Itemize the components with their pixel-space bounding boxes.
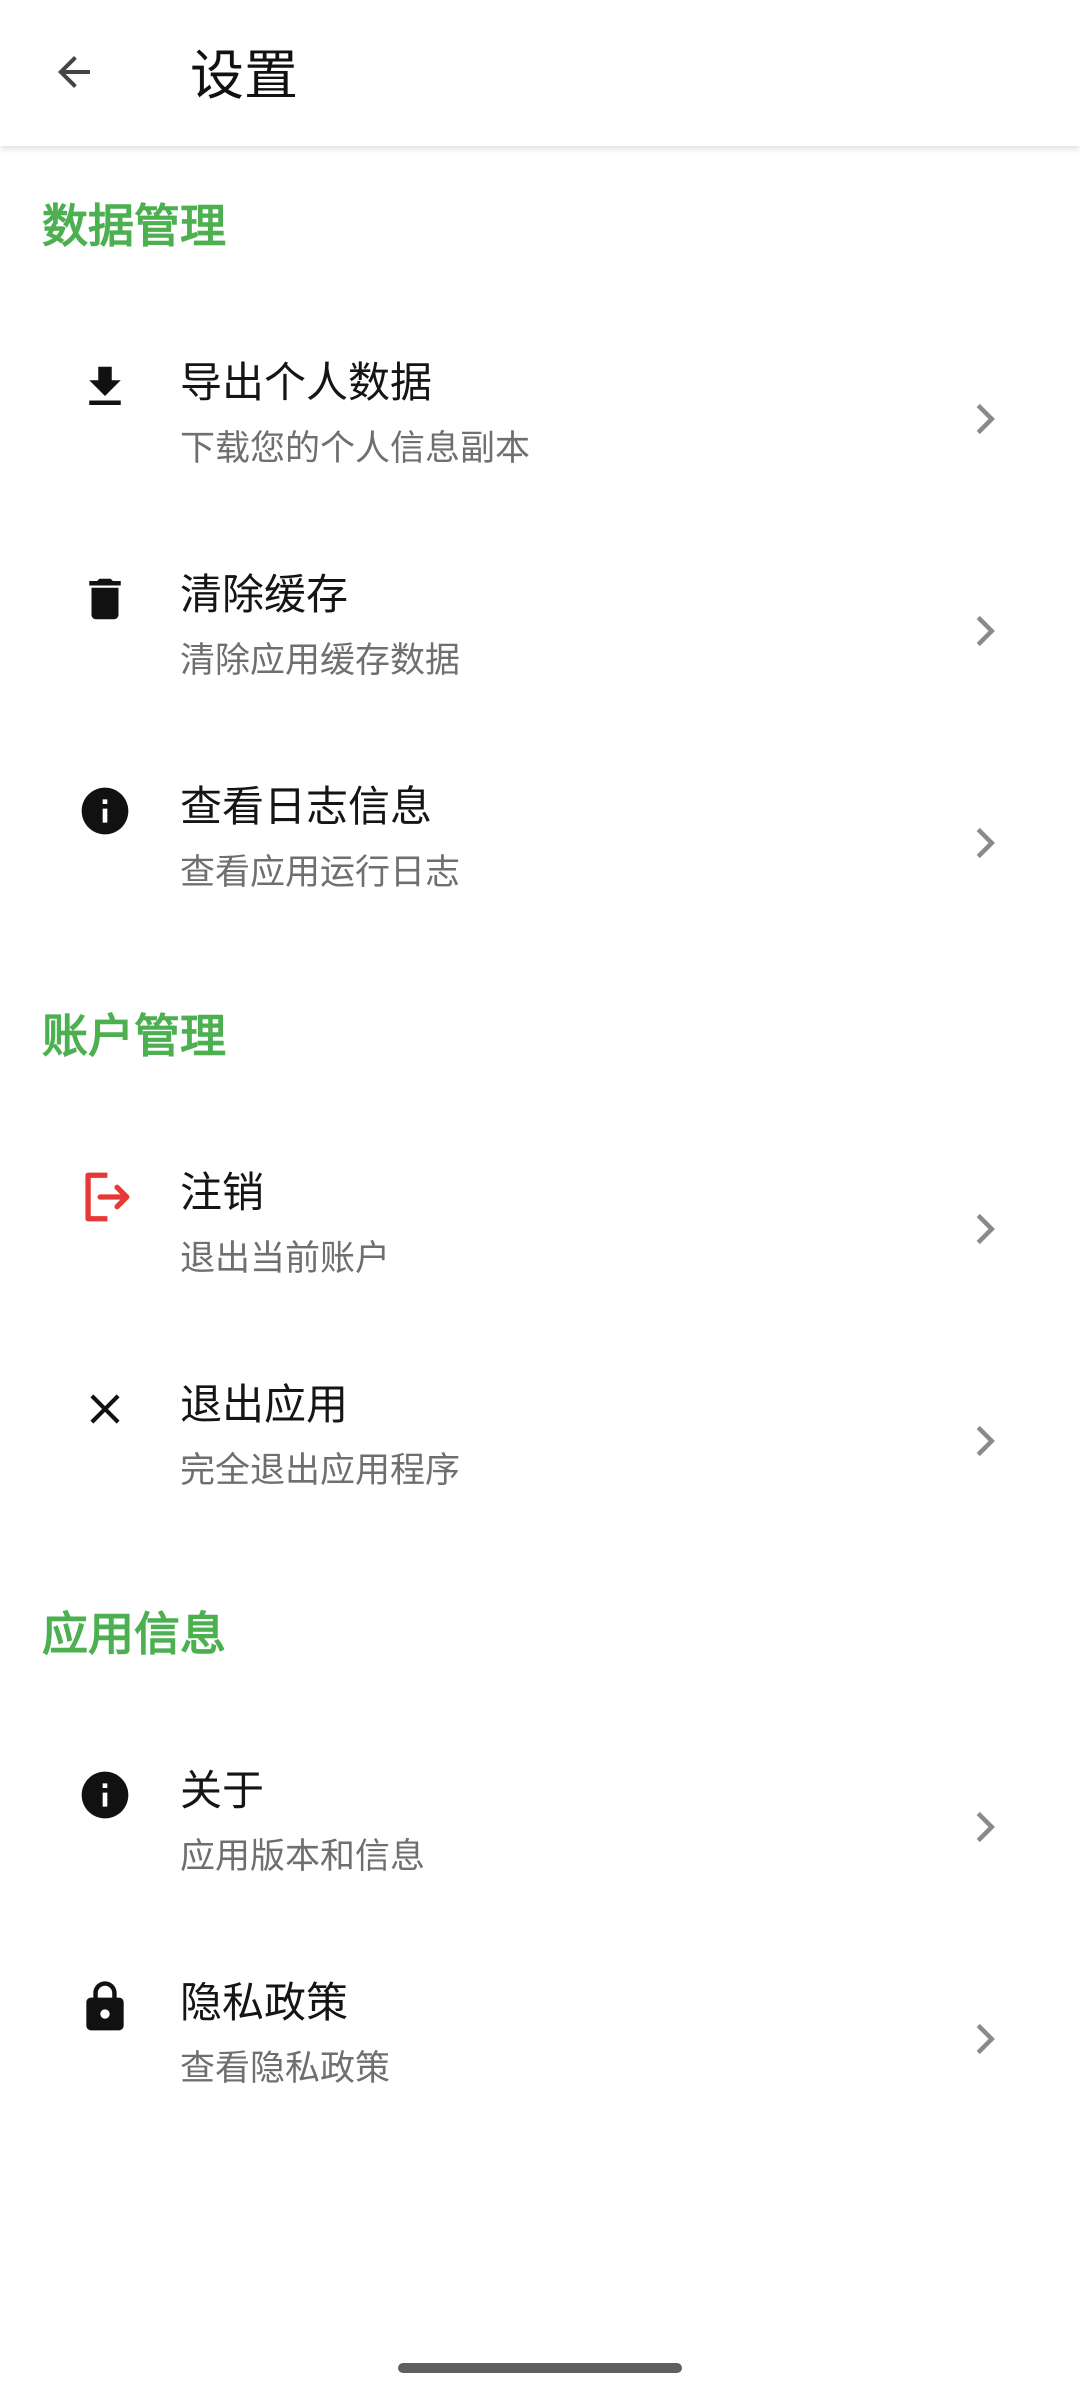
settings-item-title: 清除缓存 xyxy=(180,570,349,619)
settings-item-view-logs[interactable]: 查看日志信息 查看应用运行日志 xyxy=(0,748,1080,960)
settings-item-subtitle: 应用版本和信息 xyxy=(180,1837,426,1877)
settings-item-title: 隐私政策 xyxy=(180,1978,349,2027)
download-icon xyxy=(72,354,138,420)
home-indicator[interactable] xyxy=(398,2363,682,2373)
settings-item-title: 关于 xyxy=(180,1766,265,1815)
section-header-account-management: 账户管理 xyxy=(42,1009,226,1063)
settings-item-subtitle: 退出当前账户 xyxy=(180,1239,391,1279)
chevron-right-icon xyxy=(968,1204,1002,1254)
chevron-right-icon xyxy=(968,1802,1002,1852)
settings-item-subtitle: 查看应用运行日志 xyxy=(180,853,461,893)
page-title: 设置 xyxy=(190,44,298,107)
back-button[interactable] xyxy=(36,36,112,112)
app-bar: 设置 xyxy=(0,0,1080,146)
settings-item-about[interactable]: 关于 应用版本和信息 xyxy=(0,1732,1080,1944)
chevron-right-icon xyxy=(968,606,1002,656)
chevron-right-icon xyxy=(968,1416,1002,1466)
chevron-right-icon xyxy=(968,818,1002,868)
settings-item-title: 注销 xyxy=(180,1168,265,1217)
lock-icon xyxy=(72,1974,138,2040)
settings-item-exit-app[interactable]: 退出应用 完全退出应用程序 xyxy=(0,1346,1080,1558)
settings-item-export-data[interactable]: 导出个人数据 下载您的个人信息副本 xyxy=(0,324,1080,536)
settings-item-logout[interactable]: 注销 退出当前账户 xyxy=(0,1134,1080,1346)
chevron-right-icon xyxy=(968,394,1002,444)
arrow-back-icon xyxy=(50,48,98,100)
settings-item-title: 导出个人数据 xyxy=(180,358,433,407)
section-header-app-info: 应用信息 xyxy=(42,1607,226,1661)
settings-item-subtitle: 下载您的个人信息副本 xyxy=(180,429,531,469)
settings-item-subtitle: 查看隐私政策 xyxy=(180,2049,391,2089)
logout-icon xyxy=(72,1164,138,1230)
close-icon xyxy=(72,1376,138,1442)
settings-item-title: 查看日志信息 xyxy=(180,782,433,831)
settings-item-privacy-policy[interactable]: 隐私政策 查看隐私政策 xyxy=(0,1944,1080,2156)
info-icon xyxy=(72,1762,138,1828)
chevron-right-icon xyxy=(968,2014,1002,2064)
section-header-data-management: 数据管理 xyxy=(42,199,226,253)
settings-item-subtitle: 清除应用缓存数据 xyxy=(180,641,461,681)
trash-icon xyxy=(72,566,138,632)
settings-item-subtitle: 完全退出应用程序 xyxy=(180,1451,461,1491)
settings-item-title: 退出应用 xyxy=(180,1380,349,1429)
info-icon xyxy=(72,778,138,844)
settings-item-clear-cache[interactable]: 清除缓存 清除应用缓存数据 xyxy=(0,536,1080,748)
